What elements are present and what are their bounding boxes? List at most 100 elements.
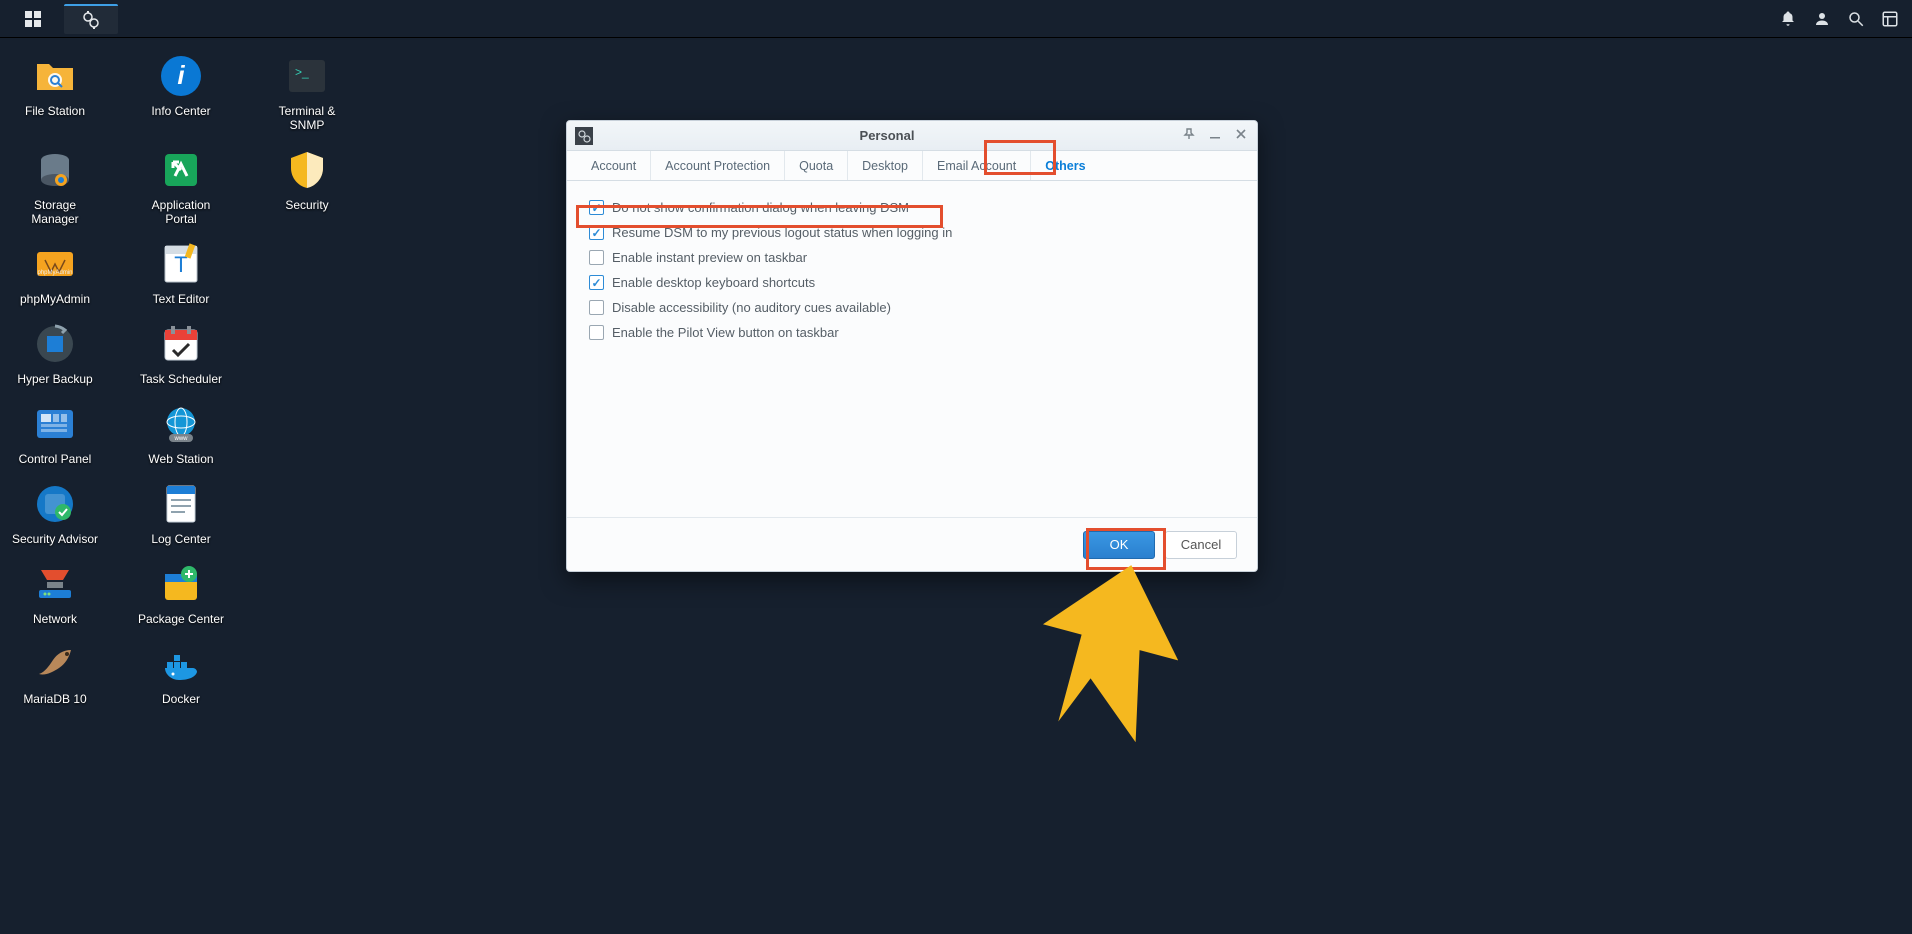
desktop-icon-label: Text Editor xyxy=(153,292,210,306)
tab-account-protection[interactable]: Account Protection xyxy=(651,151,785,180)
tab-account[interactable]: Account xyxy=(577,151,651,180)
docker-icon xyxy=(157,640,205,688)
check-row-0: Do not show confirmation dialog when lea… xyxy=(589,195,1235,220)
desktop-icon-network[interactable]: Network xyxy=(10,560,100,626)
cancel-button[interactable]: Cancel xyxy=(1165,531,1237,559)
terminal-icon: >_ xyxy=(283,52,331,100)
personal-window: Personal AccountAccount ProtectionQuotaD… xyxy=(566,120,1258,572)
svg-text:>_: >_ xyxy=(295,65,309,79)
checkbox[interactable] xyxy=(589,300,604,315)
search-icon[interactable] xyxy=(1840,4,1872,34)
info-icon: i xyxy=(157,52,205,100)
desktop-icon-mariadb-10[interactable]: MariaDB 10 xyxy=(10,640,100,706)
desktop-icon-control-panel[interactable]: Control Panel xyxy=(10,400,100,466)
svg-text:www: www xyxy=(174,436,189,442)
backup-icon xyxy=(31,320,79,368)
window-body: Do not show confirmation dialog when lea… xyxy=(567,181,1257,517)
desktop-icon-label: Log Center xyxy=(151,532,210,546)
user-icon[interactable] xyxy=(1806,4,1838,34)
desktop-icon-label: Security xyxy=(285,198,328,212)
tab-email-account[interactable]: Email Account xyxy=(923,151,1031,180)
texteditor-icon: T xyxy=(157,240,205,288)
globe-icon: www xyxy=(157,400,205,448)
folder-icon xyxy=(31,52,79,100)
checkbox[interactable] xyxy=(589,250,604,265)
check-row-1: Resume DSM to my previous logout status … xyxy=(589,220,1235,245)
desktop-icon-hyper-backup[interactable]: Hyper Backup xyxy=(10,320,100,386)
shield-icon xyxy=(283,146,331,194)
desktop-icon-log-center[interactable]: Log Center xyxy=(136,480,226,546)
log-icon xyxy=(157,480,205,528)
desktop-icon-file-station[interactable]: File Station xyxy=(10,52,100,132)
window-titlebar[interactable]: Personal xyxy=(567,121,1257,151)
pin-icon[interactable] xyxy=(1181,127,1197,145)
check-row-4: Disable accessibility (no auditory cues … xyxy=(589,295,1235,320)
desktop-icon-label: Package Center xyxy=(138,612,224,626)
desktop-icon-text-editor[interactable]: T Text Editor xyxy=(136,240,226,306)
php-icon: phpMyAdmin xyxy=(31,240,79,288)
checkbox[interactable] xyxy=(589,225,604,240)
desktop-icon-label: Docker xyxy=(162,692,200,706)
desktop-icon-label: Application Portal xyxy=(136,198,226,226)
storage-icon xyxy=(31,146,79,194)
notifications-icon[interactable] xyxy=(1772,4,1804,34)
svg-text:i: i xyxy=(177,60,185,90)
desktop-icon-package-center[interactable]: Package Center xyxy=(136,560,226,626)
secadvisor-icon xyxy=(31,480,79,528)
personal-taskbar-button[interactable] xyxy=(64,4,118,34)
network-icon xyxy=(31,560,79,608)
calendar-icon xyxy=(157,320,205,368)
window-title: Personal xyxy=(593,128,1181,143)
close-icon[interactable] xyxy=(1233,127,1249,145)
checkbox[interactable] xyxy=(589,200,604,215)
desktop-icon-label: Info Center xyxy=(151,104,210,118)
desktop-icon-label: Task Scheduler xyxy=(140,372,222,386)
checkbox[interactable] xyxy=(589,275,604,290)
tab-quota[interactable]: Quota xyxy=(785,151,848,180)
panel-icon xyxy=(31,400,79,448)
window-footer: OK Cancel xyxy=(567,517,1257,571)
checkbox-label: Do not show confirmation dialog when lea… xyxy=(612,200,909,215)
desktop-icon-storage-manager[interactable]: Storage Manager xyxy=(10,146,100,226)
desktop-icon-label: Network xyxy=(33,612,77,626)
desktop-icon-label: Terminal & SNMP xyxy=(262,104,352,132)
desktop-icon-label: phpMyAdmin xyxy=(20,292,90,306)
desktop-icon-info-center[interactable]: i Info Center xyxy=(136,52,226,132)
desktop-icon-security-advisor[interactable]: Security Advisor xyxy=(10,480,100,546)
desktop-icon-phpmyadmin[interactable]: phpMyAdmin phpMyAdmin xyxy=(10,240,100,306)
desktop-icon-docker[interactable]: Docker xyxy=(136,640,226,706)
desktop-icon-label: Storage Manager xyxy=(10,198,100,226)
checkbox-label: Enable instant preview on taskbar xyxy=(612,250,807,265)
desktop-icon-label: Control Panel xyxy=(19,452,92,466)
tab-others[interactable]: Others xyxy=(1031,151,1099,180)
checkbox-label: Disable accessibility (no auditory cues … xyxy=(612,300,891,315)
desktop-icon-label: Security Advisor xyxy=(12,532,98,546)
check-row-5: Enable the Pilot View button on taskbar xyxy=(589,320,1235,345)
checkbox-label: Resume DSM to my previous logout status … xyxy=(612,225,952,240)
check-row-3: Enable desktop keyboard shortcuts xyxy=(589,270,1235,295)
desktop-icon-label: Hyper Backup xyxy=(17,372,92,386)
window-tabs: AccountAccount ProtectionQuotaDesktopEma… xyxy=(567,151,1257,181)
ok-button[interactable]: OK xyxy=(1083,531,1155,559)
desktop-icon-terminal-snmp[interactable]: >_ Terminal & SNMP xyxy=(262,52,352,132)
desktop-icon-web-station[interactable]: www Web Station xyxy=(136,400,226,466)
tab-desktop[interactable]: Desktop xyxy=(848,151,923,180)
portal-icon xyxy=(157,146,205,194)
package-icon xyxy=(157,560,205,608)
checkbox-label: Enable the Pilot View button on taskbar xyxy=(612,325,839,340)
desktop-icon-application-portal[interactable]: Application Portal xyxy=(136,146,226,226)
checkbox-label: Enable desktop keyboard shortcuts xyxy=(612,275,815,290)
taskbar xyxy=(0,0,1912,38)
desktop-icon-label: File Station xyxy=(25,104,85,118)
minimize-icon[interactable] xyxy=(1207,127,1223,145)
desktop-icon-label: Web Station xyxy=(148,452,213,466)
svg-text:phpMyAdmin: phpMyAdmin xyxy=(37,270,72,276)
desktop-icon-task-scheduler[interactable]: Task Scheduler xyxy=(136,320,226,386)
check-row-2: Enable instant preview on taskbar xyxy=(589,245,1235,270)
desktop-icon-label: MariaDB 10 xyxy=(23,692,86,706)
widgets-icon[interactable] xyxy=(1874,4,1906,34)
desktop-icon-security[interactable]: Security xyxy=(262,146,352,226)
main-menu-button[interactable] xyxy=(6,4,60,34)
checkbox[interactable] xyxy=(589,325,604,340)
maria-icon xyxy=(31,640,79,688)
